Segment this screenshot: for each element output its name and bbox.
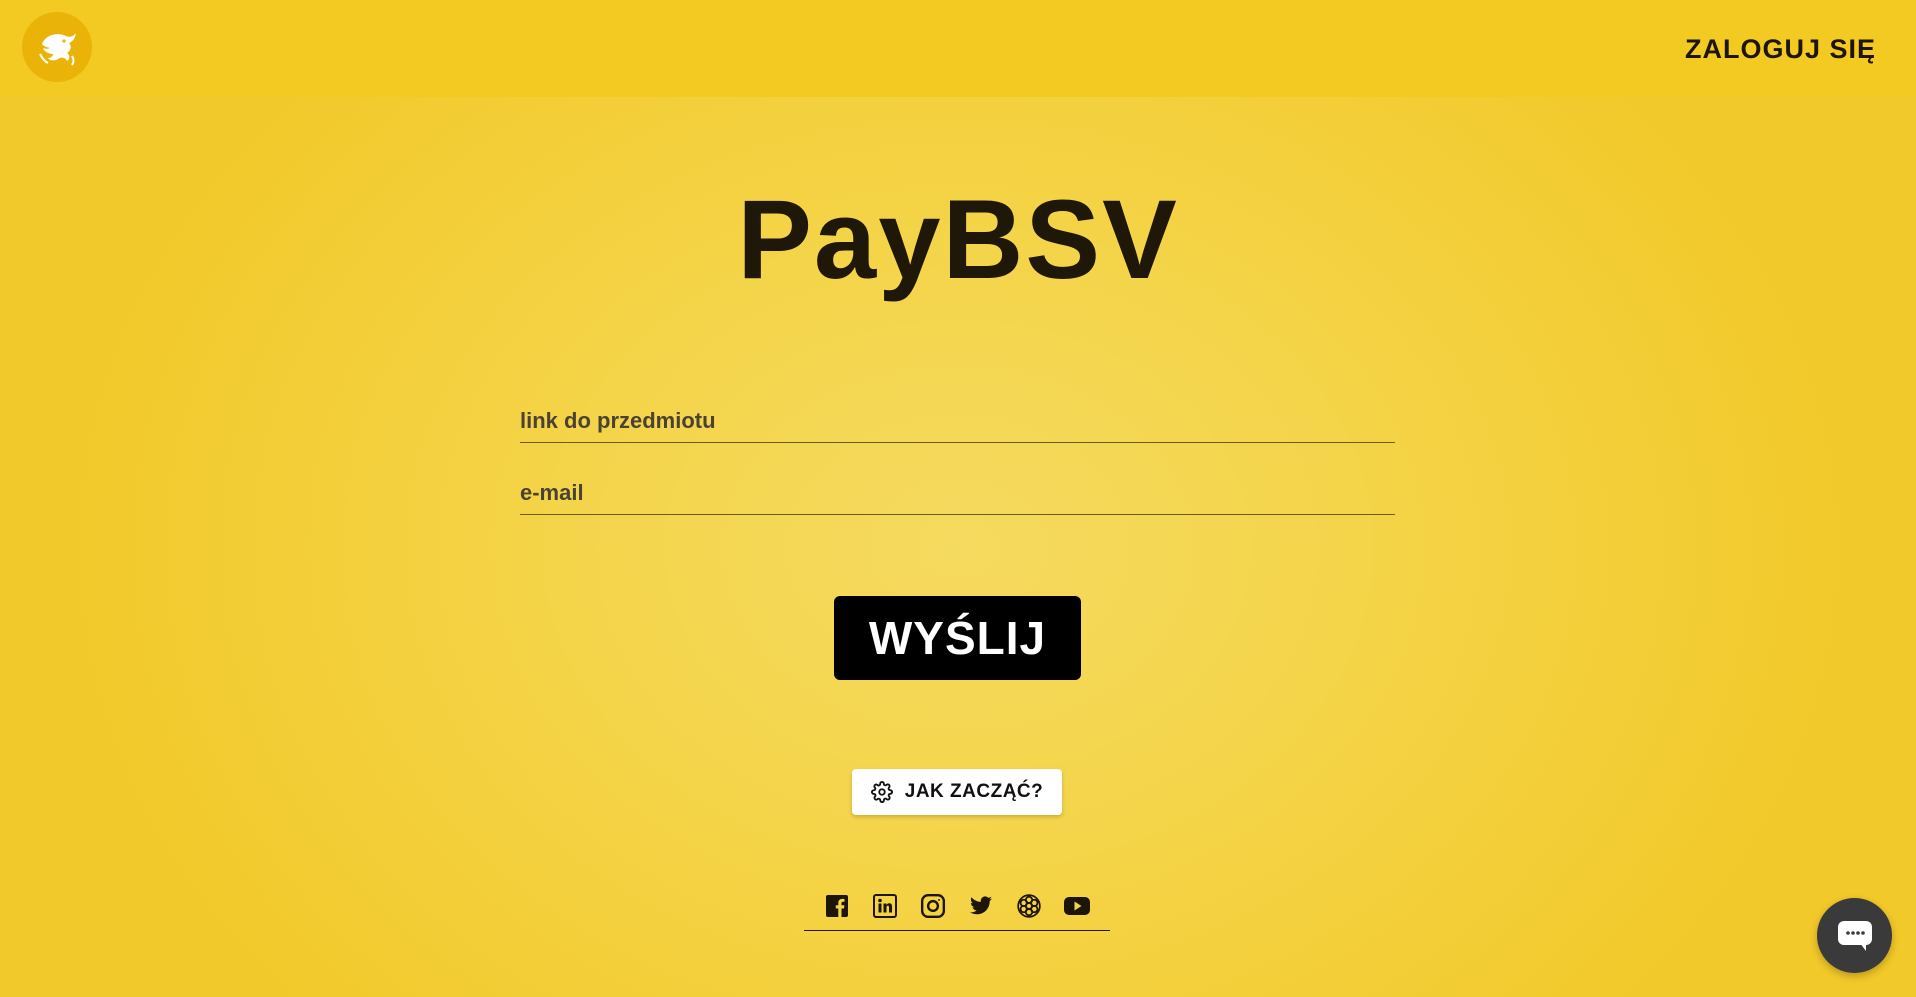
how-to-start-label: JAK ZACZĄĆ? <box>904 781 1044 802</box>
bsv-dragon-logo-icon[interactable] <box>22 12 92 82</box>
youtube-icon[interactable] <box>1063 892 1091 920</box>
twitter-icon[interactable] <box>967 892 995 920</box>
chat-icon[interactable] <box>1817 898 1892 973</box>
instagram-icon[interactable] <box>919 892 947 920</box>
social-links <box>804 892 1110 931</box>
network-icon[interactable] <box>1015 892 1043 920</box>
page-title: PayBSV <box>737 177 1179 302</box>
how-to-start-button[interactable]: JAK ZACZĄĆ? <box>852 769 1062 815</box>
top-bar: ZALOGUJ SIĘ <box>0 0 1916 97</box>
submit-button[interactable]: WYŚLIJ <box>834 596 1081 680</box>
linkedin-icon[interactable] <box>871 892 899 920</box>
facebook-icon[interactable] <box>823 892 851 920</box>
email-input[interactable] <box>520 471 1395 515</box>
login-link[interactable]: ZALOGUJ SIĘ <box>1685 34 1876 65</box>
gear-icon <box>870 781 893 803</box>
item-link-input[interactable] <box>520 399 1395 443</box>
